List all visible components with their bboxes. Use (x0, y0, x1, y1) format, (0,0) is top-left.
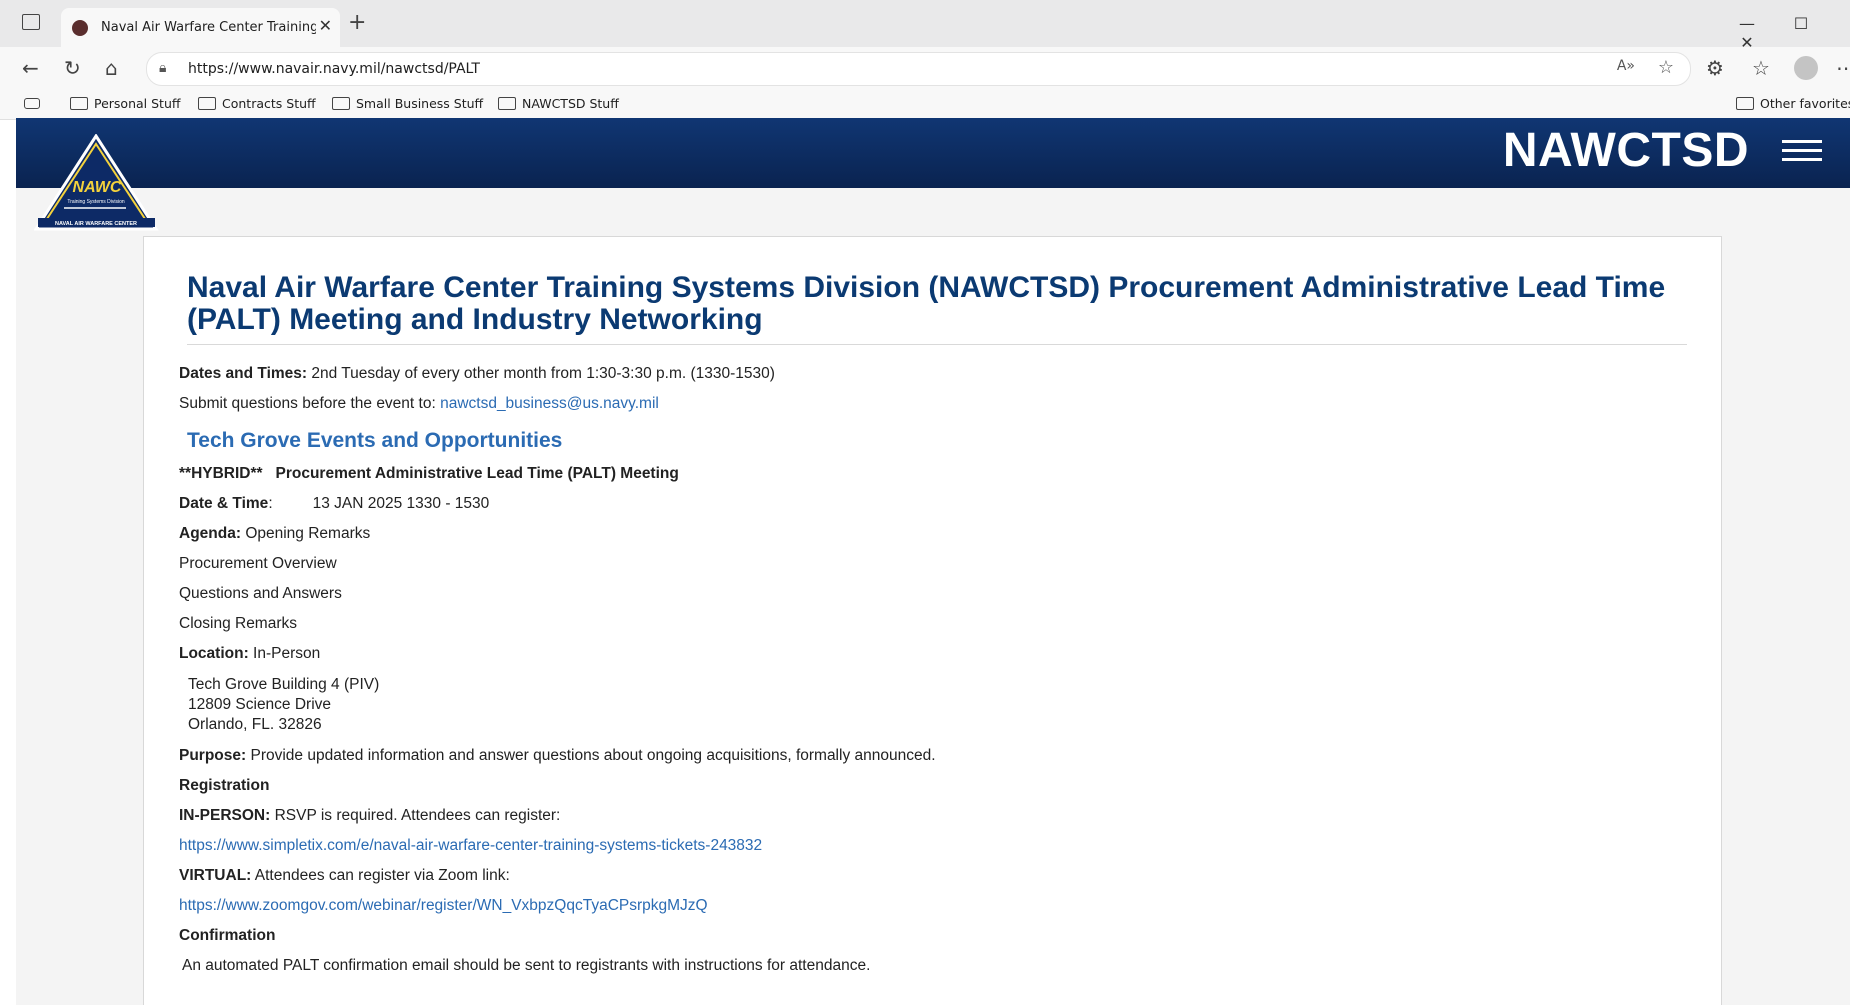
email-link[interactable]: nawctsd_business@us.navy.mil (440, 395, 659, 412)
folder-icon (332, 97, 350, 110)
folder-icon (198, 97, 216, 110)
virtual-line: VIRTUAL: Attendees can register via Zoom… (179, 867, 510, 884)
new-tab-icon[interactable]: + (348, 12, 366, 34)
inperson-line: IN-PERSON: RSVP is required. Attendees c… (179, 807, 561, 824)
bookmark-personal[interactable]: Personal Stuff (70, 96, 180, 111)
location-line: Location: In-Person (179, 645, 321, 662)
confirmation-text: An automated PALT confirmation email sho… (182, 957, 871, 974)
virtual-link[interactable]: https://www.zoomgov.com/webinar/register… (179, 891, 1684, 921)
address-block: Tech Grove Building 4 (PIV) 12809 Scienc… (188, 676, 380, 733)
minimize-icon[interactable]: — (1720, 14, 1774, 33)
url-text[interactable]: https://www.navair.navy.mil/nawctsd/PALT (188, 61, 480, 77)
agenda-item: Closing Remarks (179, 615, 298, 632)
tab-strip: Naval Air Warfare Center Training ✕ + — ☐… (0, 0, 1850, 52)
extensions-icon[interactable]: ⚙ (1706, 57, 1724, 79)
web-page: NAWCTSD NAWC Training Systems Division N… (16, 118, 1850, 1005)
close-tab-icon[interactable]: ✕ (319, 16, 332, 35)
menu-icon[interactable] (1782, 140, 1822, 162)
agenda-item: Procurement Overview (179, 555, 337, 572)
site-favicon-icon (72, 20, 88, 36)
bookmark-other-favorites[interactable]: Other favorites (1736, 96, 1850, 111)
title-divider (187, 344, 1687, 345)
nawc-logo[interactable]: NAWC Training Systems Division NAVAL AIR… (34, 134, 159, 232)
agenda-line: Agenda: Opening Remarks (179, 525, 371, 542)
main-content: Naval Air Warfare Center Training System… (179, 271, 1687, 981)
dates-line: Dates and Times: 2nd Tuesday of every ot… (179, 365, 775, 382)
browser-toolbar: ← ↻ ⌂ 🔒︎ https://www.navair.navy.mil/naw… (0, 47, 1850, 89)
folder-icon (70, 97, 88, 110)
tab-actions-icon[interactable] (22, 14, 40, 30)
back-icon[interactable]: ← (22, 57, 39, 79)
bookmark-small-business[interactable]: Small Business Stuff (332, 96, 483, 111)
content-card: Naval Air Warfare Center Training System… (143, 236, 1722, 1005)
profile-avatar[interactable] (1794, 56, 1818, 80)
read-aloud-icon[interactable]: A» (1617, 58, 1635, 74)
favorites-icon[interactable]: ☆ (1752, 57, 1770, 79)
confirmation-heading: Confirmation (179, 927, 276, 944)
agenda-item: Questions and Answers (179, 585, 342, 602)
logo-subtext: Training Systems Division (67, 199, 125, 205)
datetime-line: Date & Time: 13 JAN 2025 1330 - 1530 (179, 495, 490, 512)
folder-icon (498, 97, 516, 110)
home-icon[interactable]: ⌂ (105, 57, 118, 79)
bookmarks-bar: Personal Stuff Contracts Stuff Small Bus… (0, 89, 1850, 120)
logo-footer: NAVAL AIR WARFARE CENTER (55, 221, 137, 227)
page-title: Naval Air Warfare Center Training System… (187, 271, 1666, 336)
event-title-line: **HYBRID** Procurement Administrative Le… (179, 465, 679, 482)
folder-icon (1736, 97, 1754, 110)
registration-heading: Registration (179, 777, 270, 794)
favorite-star-icon[interactable]: ☆ (1658, 57, 1674, 78)
maximize-icon[interactable]: ☐ (1774, 14, 1828, 33)
inperson-link[interactable]: https://www.simpletix.com/e/naval-air-wa… (179, 831, 1684, 861)
logo-text: NAWC (73, 179, 122, 196)
site-title[interactable]: NAWCTSD (1503, 123, 1749, 178)
collections-icon[interactable] (24, 98, 40, 109)
events-heading: Tech Grove Events and Opportunities (187, 429, 563, 452)
refresh-icon[interactable]: ↻ (64, 57, 81, 79)
submit-line: Submit questions before the event to: na… (179, 395, 659, 412)
more-options-icon[interactable]: ⋯ (1836, 57, 1850, 79)
tab-title: Naval Air Warfare Center Training (101, 20, 316, 35)
browser-tab[interactable]: Naval Air Warfare Center Training ✕ (61, 8, 340, 47)
address-bar[interactable]: 🔒︎ https://www.navair.navy.mil/nawctsd/P… (146, 52, 1691, 86)
bookmark-nawctsd[interactable]: NAWCTSD Stuff (498, 96, 619, 111)
purpose-line: Purpose: Provide updated information and… (179, 747, 936, 764)
bookmark-contracts[interactable]: Contracts Stuff (198, 96, 316, 111)
site-info-icon[interactable]: 🔒︎ (159, 59, 166, 76)
site-banner: NAWCTSD (16, 118, 1850, 188)
